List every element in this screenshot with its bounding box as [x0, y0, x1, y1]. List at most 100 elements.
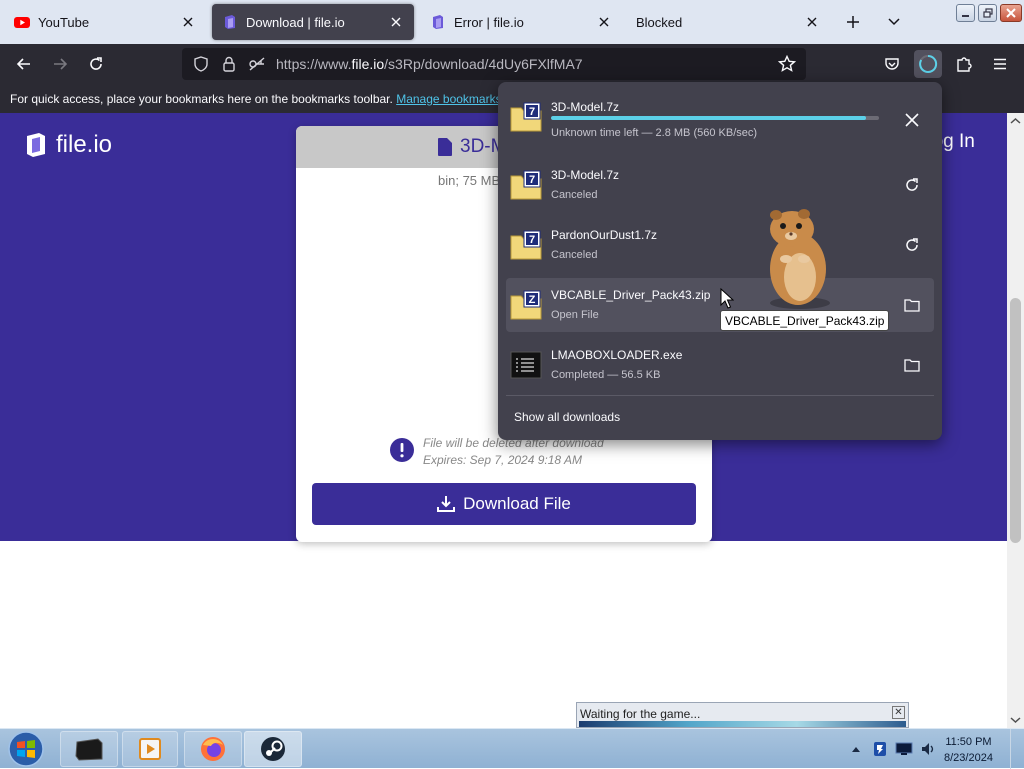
puzzle-icon: [957, 57, 972, 72]
folder-icon: [904, 359, 920, 372]
system-clock[interactable]: 11:50 PM 8/23/2024: [944, 734, 993, 766]
download-status: Open File: [551, 309, 599, 321]
download-item[interactable]: 7 3D-Model.7z Unknown time left — 2.8 MB…: [506, 90, 934, 144]
tab-label: Blocked: [636, 14, 683, 30]
tab-download-fileio[interactable]: Download | file.io: [212, 4, 414, 40]
system-tray: [844, 729, 940, 769]
hamster-image: [770, 209, 830, 309]
plus-icon: [847, 16, 859, 28]
download-progress-bar: [551, 116, 879, 120]
download-file-button[interactable]: Download File: [312, 483, 696, 525]
firefox-icon: [201, 737, 225, 761]
panel-divider: [506, 395, 934, 396]
reload-button[interactable]: [82, 50, 110, 78]
reload-icon: [90, 57, 102, 70]
black-box-app-icon: [75, 738, 103, 761]
waiting-window-preview: [579, 721, 906, 727]
retry-download-button[interactable]: [902, 175, 922, 195]
scrollbar-thumb[interactable]: [1010, 298, 1021, 543]
close-icon[interactable]: [596, 14, 612, 30]
close-icon[interactable]: [388, 14, 404, 30]
7z-archive-icon: 7: [510, 170, 542, 200]
taskbar-app-steam[interactable]: [244, 731, 302, 767]
fileio-logo-icon: [27, 133, 45, 157]
retry-download-button[interactable]: [902, 235, 922, 255]
start-button[interactable]: [6, 730, 46, 768]
scroll-down-icon[interactable]: [1007, 714, 1024, 726]
extensions-button[interactable]: [950, 50, 978, 78]
close-icon[interactable]: [804, 14, 820, 30]
navigation-toolbar: https://www.file.io/s3Rp/download/4dUy6F…: [0, 44, 1024, 84]
7z-archive-icon: 7: [510, 102, 542, 132]
chevron-down-icon: [888, 18, 900, 26]
hamburger-icon: [994, 58, 1006, 70]
zip-archive-icon: Z: [510, 290, 542, 320]
network-icon[interactable]: [895, 740, 913, 758]
download-filename: 3D-Model.7z: [551, 100, 620, 114]
taskbar-app-terminal[interactable]: [60, 731, 118, 767]
download-progress-icon: [919, 54, 938, 73]
downloads-button[interactable]: [914, 50, 942, 78]
media-player-icon: [139, 738, 161, 760]
back-arrow-icon: [16, 58, 30, 70]
download-filename: 3D-Model.7z: [551, 168, 620, 182]
download-status: Canceled: [551, 189, 598, 201]
close-icon: [905, 113, 919, 127]
cancel-download-button[interactable]: [902, 110, 922, 130]
download-filename: LMAOBOXLOADER.exe: [551, 348, 683, 362]
expiry-notice: File will be deleted after download Expi…: [390, 436, 604, 467]
download-item[interactable]: 7 3D-Model.7z Canceled: [506, 158, 934, 212]
list-all-tabs-button[interactable]: [882, 10, 906, 34]
game-waiting-window[interactable]: Waiting for the game... ✕: [576, 702, 909, 728]
tab-error-fileio[interactable]: Error | file.io: [420, 4, 622, 40]
retry-icon: [906, 178, 918, 191]
download-status: Completed — 56.5 KB: [551, 369, 661, 381]
back-button[interactable]: [10, 50, 38, 78]
fileio-logo[interactable]: file.io: [24, 131, 112, 159]
tab-label: Error | file.io: [454, 14, 524, 30]
download-item[interactable]: LMAOBOXLOADER.exe Completed — 56.5 KB: [506, 338, 934, 392]
7z-archive-icon: 7: [510, 230, 542, 260]
download-item[interactable]: 7 PardonOurDust1.7z Canceled: [506, 218, 934, 272]
file-icon: [438, 138, 452, 156]
show-in-folder-button[interactable]: [902, 355, 922, 375]
file-meta: bin; 75 MB: [438, 173, 501, 188]
download-status: Canceled: [551, 249, 598, 261]
download-filename: VBCABLE_Driver_Pack43.zip: [551, 288, 711, 302]
close-icon[interactable]: ✕: [892, 706, 905, 719]
taskbar-app-media-player[interactable]: [122, 731, 178, 767]
downloads-panel: 7 3D-Model.7z Unknown time left — 2.8 MB…: [498, 82, 942, 440]
download-icon: [437, 496, 456, 512]
forward-button[interactable]: [46, 50, 74, 78]
close-icon[interactable]: [180, 14, 196, 30]
tray-app-icon[interactable]: [871, 740, 889, 758]
bookmark-star-icon[interactable]: [778, 55, 796, 73]
forward-arrow-icon: [54, 58, 68, 70]
tab-blocked[interactable]: Blocked: [628, 4, 830, 40]
menu-button[interactable]: [986, 50, 1014, 78]
url-bar[interactable]: https://www.file.io/s3Rp/download/4dUy6F…: [182, 48, 806, 80]
show-desktop-button[interactable]: [1010, 729, 1024, 769]
tab-youtube[interactable]: YouTube: [4, 4, 206, 40]
shield-icon[interactable]: [192, 55, 210, 73]
mouse-cursor-icon: [720, 288, 734, 309]
taskbar-app-firefox[interactable]: [184, 731, 242, 767]
minimize-button[interactable]: [956, 4, 975, 22]
manage-bookmarks-link[interactable]: Manage bookmarks…: [396, 92, 513, 106]
logo-text: file.io: [56, 131, 113, 158]
expires-text: Expires: Sep 7, 2024 9:18 AM: [423, 453, 582, 467]
new-tab-button[interactable]: [841, 10, 865, 34]
tracking-permissions-icon[interactable]: [248, 55, 266, 73]
scroll-up-icon[interactable]: [1007, 115, 1024, 127]
page-scrollbar[interactable]: [1007, 113, 1024, 728]
pocket-button[interactable]: [878, 50, 906, 78]
folder-icon: [904, 299, 920, 312]
url-text: https://www.file.io/s3Rp/download/4dUy6F…: [276, 56, 583, 72]
show-in-folder-button[interactable]: [902, 295, 922, 315]
show-hidden-icons-icon[interactable]: [847, 740, 865, 758]
window-close-button[interactable]: [1000, 4, 1022, 22]
maximize-button[interactable]: [978, 4, 997, 22]
show-all-downloads-button[interactable]: Show all downloads: [514, 410, 620, 424]
lock-icon[interactable]: [220, 55, 238, 73]
volume-icon[interactable]: [919, 740, 937, 758]
